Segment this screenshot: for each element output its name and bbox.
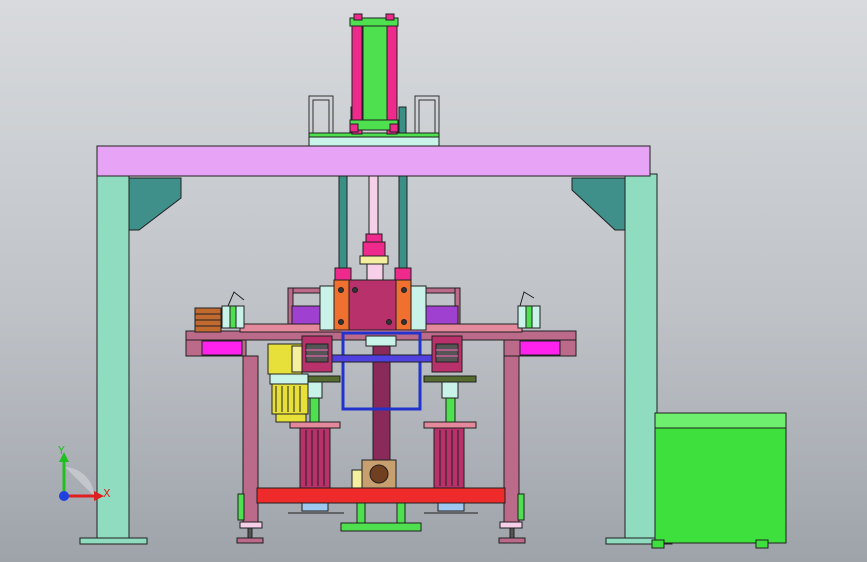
cad-viewport[interactable]: Y X <box>0 0 867 562</box>
red-base-bar <box>256 487 506 504</box>
upper-bracket-right <box>414 95 440 133</box>
blue-crossbar <box>317 354 437 363</box>
left-frame-column <box>79 173 182 545</box>
magenta-panel-right <box>519 340 561 356</box>
magenta-panel-left <box>201 340 243 356</box>
control-cabinet <box>651 412 787 549</box>
press-head <box>319 279 427 331</box>
center-gear-box <box>351 459 397 489</box>
yellow-motor <box>267 343 309 423</box>
axis-origin <box>59 491 69 501</box>
right-clamp-assembly <box>423 335 478 514</box>
y-axis-label: Y <box>57 444 65 457</box>
green-bottom-bracket <box>340 502 422 532</box>
center-column-cap <box>365 335 397 347</box>
upper-bracket-left <box>308 95 334 133</box>
x-axis-label: X <box>103 487 111 500</box>
top-beam <box>96 145 651 177</box>
piston-coupling <box>359 233 389 283</box>
left-stack-block <box>194 291 245 333</box>
machine-drawing: Y X <box>57 13 787 549</box>
main-cylinder <box>349 13 399 135</box>
right-sensor-block <box>517 291 541 329</box>
